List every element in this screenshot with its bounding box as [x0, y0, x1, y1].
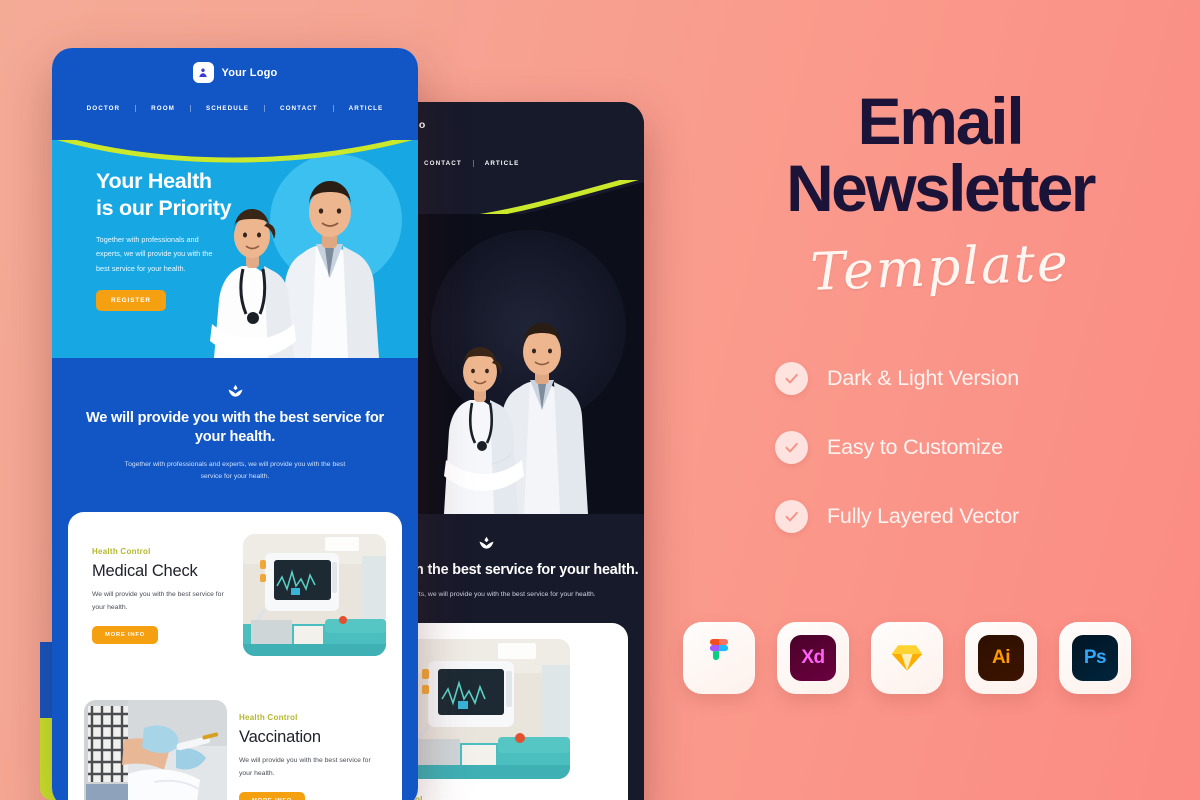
light-nav-item-article[interactable]: ARTICLE: [334, 105, 399, 112]
light-nav-item-room[interactable]: ROOM: [136, 105, 191, 112]
ai-glyph: Ai: [978, 635, 1024, 681]
dark-nav-item-contact[interactable]: CONTACT: [412, 160, 473, 167]
light-brand[interactable]: Your Logo: [52, 48, 418, 83]
light-card-eyebrow: Health Control: [92, 547, 151, 557]
xd-glyph: Xd: [790, 635, 836, 681]
medical-monitor-image: [243, 534, 386, 657]
lotus-icon: [479, 536, 493, 549]
light-card-title: Medical Check: [92, 562, 198, 581]
light-nav-item-contact[interactable]: CONTACT: [265, 105, 334, 112]
figma-icon[interactable]: [683, 622, 755, 694]
light-card-vaccination: Health Control Vaccination We will provi…: [68, 678, 402, 800]
illustrator-icon[interactable]: Ai: [965, 622, 1037, 694]
sketch-icon[interactable]: [871, 622, 943, 694]
light-card-body: We will provide you with the best servic…: [92, 591, 224, 612]
feature-item: Fully Layered Vector: [775, 500, 1175, 533]
page-title: Email Newsletter: [694, 84, 1186, 226]
feature-list: Dark & Light Version Easy to Customize F…: [775, 362, 1175, 569]
photoshop-icon[interactable]: Ps: [1059, 622, 1131, 694]
light-cards: Health Control Medical Check We will pro…: [52, 512, 418, 800]
lotus-icon: [228, 384, 242, 397]
check-circle-icon: [775, 500, 808, 533]
mockup-stage: Your Logo SCHEDULE CONTACT ARTICLE Your …: [0, 0, 680, 800]
more-info-button[interactable]: MORE INFO: [239, 791, 306, 800]
light-green-curve: [57, 140, 413, 163]
ps-glyph: Ps: [1072, 635, 1118, 681]
light-mid-title: We will provide you with the best servic…: [85, 410, 385, 446]
feature-label: Fully Layered Vector: [827, 504, 1019, 528]
light-card-panel: Health Control Medical Check We will pro…: [68, 512, 402, 800]
light-hero-body: Together with professionals and experts,…: [96, 234, 213, 273]
feature-label: Easy to Customize: [827, 435, 1003, 459]
light-hero-title: Your Health is our Priority: [96, 169, 232, 220]
logo-icon: [192, 62, 214, 83]
light-card-text: Health Control Medical Check We will pro…: [68, 547, 243, 644]
dark-nav-item-article[interactable]: ARTICLE: [472, 160, 531, 167]
light-card-eyebrow: Health Control: [239, 713, 298, 723]
light-card-text: Health Control Vaccination We will provi…: [227, 713, 402, 800]
app-compatibility-icons: Xd Ai Ps: [683, 622, 1131, 694]
adobe-xd-icon[interactable]: Xd: [777, 622, 849, 694]
more-info-button[interactable]: MORE INFO: [92, 625, 159, 644]
headline-line-2: Newsletter: [786, 151, 1096, 226]
light-card-title: Vaccination: [239, 728, 321, 747]
light-nav: DOCTOR ROOM SCHEDULE CONTACT ARTICLE: [52, 83, 418, 112]
light-hero: Your Health is our Priority Together wit…: [52, 140, 418, 358]
register-button[interactable]: REGISTER: [96, 289, 166, 311]
light-header: Your Logo DOCTOR ROOM SCHEDULE CONTACT A…: [52, 48, 418, 140]
light-mid-body: Together with professionals and experts,…: [124, 460, 346, 481]
vaccination-image: [84, 700, 227, 800]
check-circle-icon: [775, 431, 808, 464]
feature-label: Dark & Light Version: [827, 366, 1019, 390]
feature-item: Dark & Light Version: [775, 362, 1175, 395]
dark-card-image: [402, 639, 570, 780]
headline-line-1: Email: [857, 84, 1024, 158]
light-card-medical-check: Health Control Medical Check We will pro…: [68, 512, 402, 678]
feature-item: Easy to Customize: [775, 431, 1175, 464]
dark-doctors-photo: [444, 323, 588, 514]
headline-script-word: Template: [809, 233, 1071, 303]
figma-glyph: [696, 635, 742, 681]
check-circle-icon: [775, 362, 808, 395]
light-mid-section: We will provide you with the best servic…: [52, 358, 418, 513]
light-newsletter-mockup: Your Logo DOCTOR ROOM SCHEDULE CONTACT A…: [52, 48, 418, 800]
light-nav-item-doctor[interactable]: DOCTOR: [72, 105, 137, 112]
sketch-glyph: [884, 635, 930, 681]
light-brand-text: Your Logo: [221, 66, 278, 79]
light-card-body: We will provide you with the best servic…: [239, 757, 371, 778]
light-nav-item-schedule[interactable]: SCHEDULE: [191, 105, 265, 112]
